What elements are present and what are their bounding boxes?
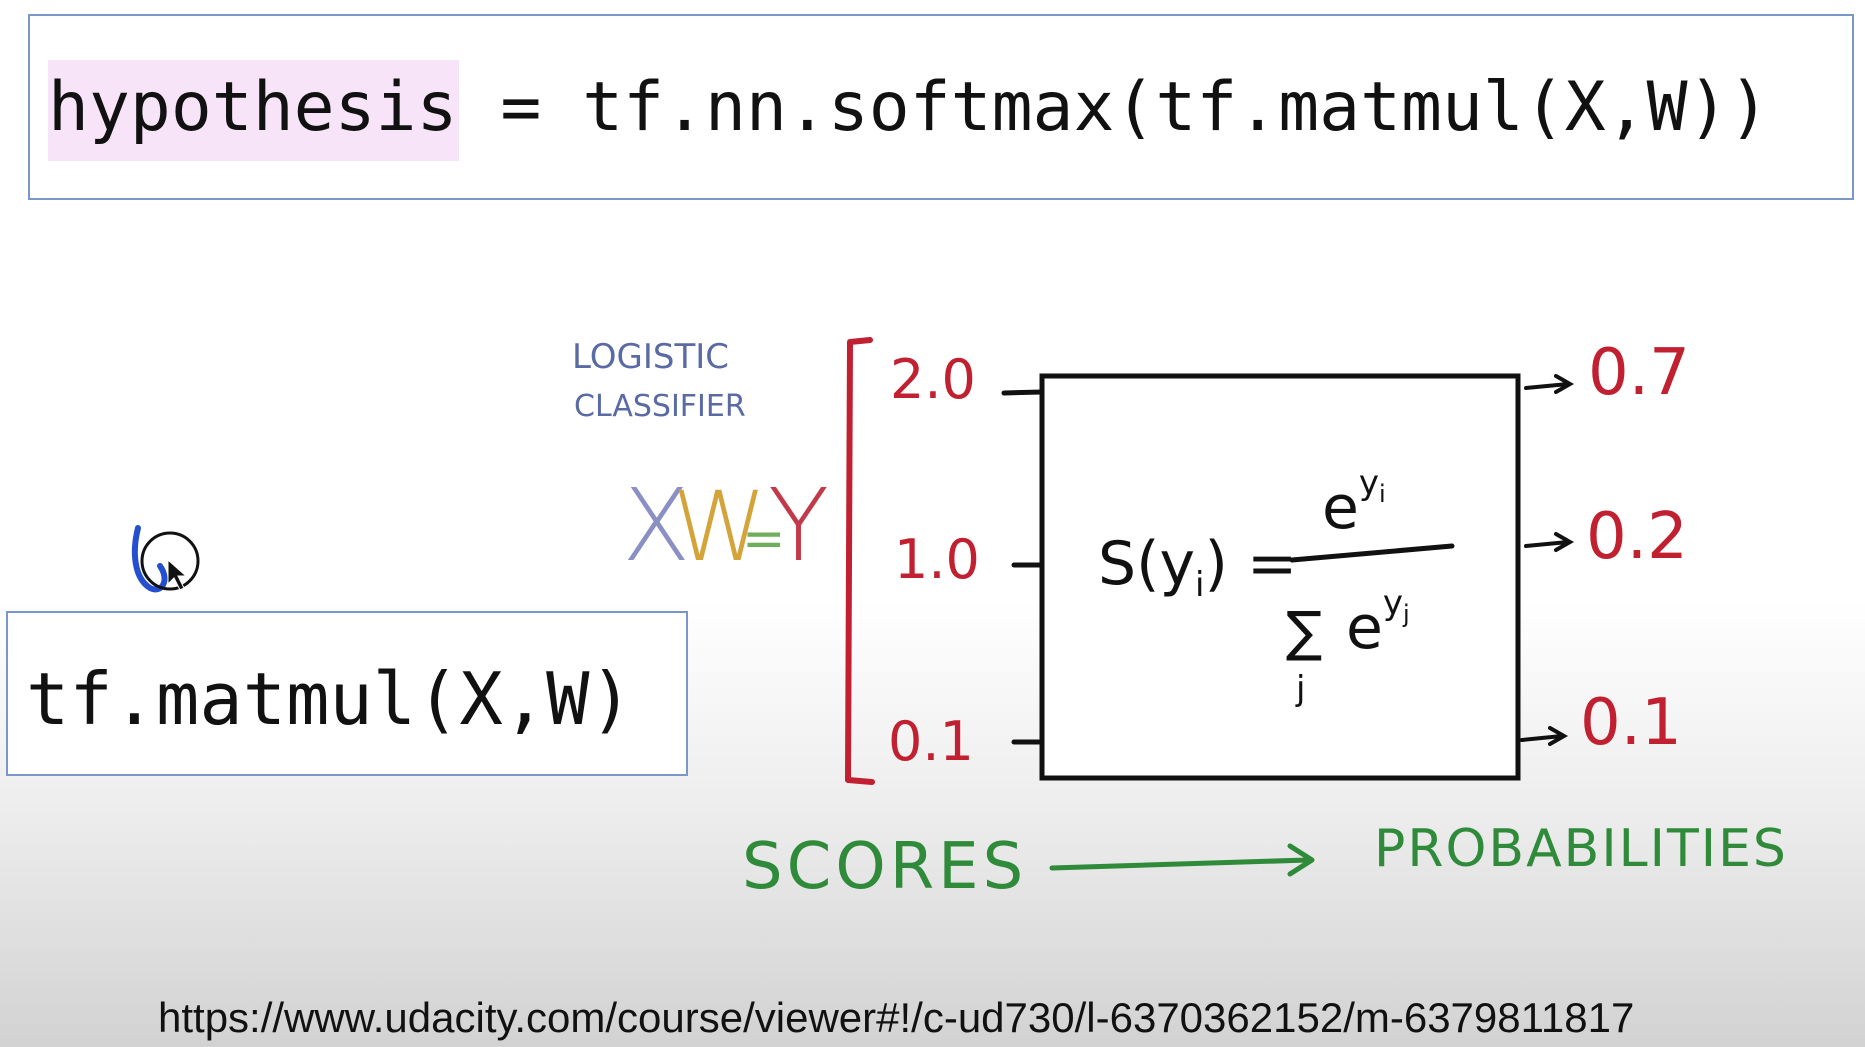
probability-3: 0.1 — [1580, 686, 1682, 760]
probability-1: 0.7 — [1588, 336, 1690, 410]
caption-classifier: CLASSIFIER — [574, 389, 746, 424]
input-line-1 — [1001, 389, 1045, 396]
score-3: 0.1 — [888, 710, 974, 773]
sum-index: j — [1295, 669, 1305, 709]
sum-sign: ∑ — [1286, 600, 1322, 663]
scores-to-probabilities-arrow — [1049, 843, 1315, 877]
output-arrow-1 — [1524, 374, 1575, 394]
score-1: 2.0 — [890, 348, 976, 411]
scores-bracket — [845, 337, 875, 785]
probabilities-label: PROBABILITIES — [1374, 819, 1788, 879]
mouse-pointer-icon — [167, 558, 188, 591]
output-arrow-2 — [1524, 532, 1575, 552]
equation-y: Y — [768, 467, 829, 584]
caption-logistic: LOGISTIC — [572, 337, 729, 377]
logistic-classifier-diagram: LOGISTIC CLASSIFIER X W = Y 2.0 1.0 0.1 … — [131, 336, 1788, 904]
output-arrow-3 — [1520, 726, 1569, 746]
course-url: https://www.udacity.com/course/viewer#!/… — [158, 994, 1635, 1041]
score-2: 1.0 — [894, 528, 980, 591]
scores-label: SCORES — [742, 830, 1027, 904]
probability-2: 0.2 — [1586, 500, 1688, 574]
